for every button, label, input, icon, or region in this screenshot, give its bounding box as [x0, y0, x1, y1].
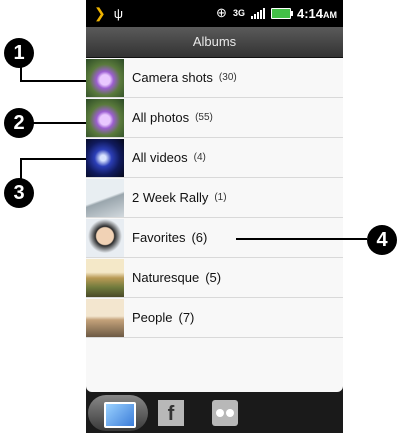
bottom-tab-bar: f — [86, 392, 343, 433]
gallery-icon — [104, 402, 136, 428]
album-count: (1) — [214, 192, 227, 203]
album-list[interactable]: Camera shots (30) All photos (55) All vi… — [86, 58, 343, 392]
callout-1-leader-v — [20, 66, 22, 80]
album-count: (55) — [195, 112, 213, 123]
status-bar: ❯ ψ ⊕ 3G 4:14AM — [86, 0, 343, 27]
album-row-all-photos[interactable]: All photos (55) — [86, 98, 343, 138]
signal-icon — [250, 7, 265, 19]
clock: 4:14AM — [296, 5, 337, 21]
album-count: (30) — [218, 72, 237, 83]
album-count: (4) — [193, 152, 206, 163]
album-name: Camera shots — [132, 70, 213, 85]
callout-4-leader — [236, 238, 367, 240]
album-name: People — [132, 310, 173, 325]
album-count: (6) — [191, 230, 208, 245]
battery-icon — [270, 7, 293, 19]
album-thumbnail — [86, 98, 124, 137]
album-name: All photos — [132, 110, 190, 125]
album-name: Naturesque — [132, 270, 200, 285]
album-row-people[interactable]: People (7) — [86, 298, 343, 338]
album-thumbnail — [86, 218, 124, 257]
album-thumbnail — [86, 138, 124, 177]
album-name: 2 Week Rally — [132, 190, 209, 205]
album-row-camera-shots[interactable]: Camera shots (30) — [86, 58, 343, 98]
album-name: Favorites — [132, 230, 186, 245]
tab-albums[interactable] — [88, 395, 148, 431]
callout-2-leader — [33, 122, 86, 124]
album-count: (7) — [178, 310, 195, 325]
callout-4: 4 — [367, 225, 397, 255]
album-count: (5) — [205, 270, 222, 285]
gps-icon: ⊕ — [216, 5, 227, 20]
album-row-naturesque[interactable]: Naturesque (5) — [86, 258, 343, 298]
album-row-2-week-rally[interactable]: 2 Week Rally (1) — [86, 178, 343, 218]
album-thumbnail — [86, 58, 124, 97]
callout-2: 2 — [4, 108, 34, 138]
album-thumbnail — [86, 258, 124, 297]
sprint-icon: ❯ — [94, 5, 106, 21]
album-name: All videos — [132, 150, 188, 165]
usb-icon: ψ — [113, 6, 124, 21]
callout-3-leader-v — [20, 158, 22, 180]
callout-3-leader-h — [20, 158, 86, 160]
facebook-icon[interactable]: f — [158, 400, 184, 426]
album-thumbnail — [86, 178, 124, 217]
phone-screen: ❯ ψ ⊕ 3G 4:14AM Albums Camera shots (30)… — [86, 0, 343, 433]
callout-1: 1 — [4, 38, 34, 68]
album-thumbnail — [86, 298, 124, 337]
flickr-icon[interactable] — [212, 400, 238, 426]
page-title: Albums — [86, 27, 343, 58]
callout-1-leader-h — [20, 80, 86, 82]
network-3g-indicator: 3G — [232, 7, 245, 18]
album-row-all-videos[interactable]: All videos (4) — [86, 138, 343, 178]
callout-3: 3 — [4, 178, 34, 208]
